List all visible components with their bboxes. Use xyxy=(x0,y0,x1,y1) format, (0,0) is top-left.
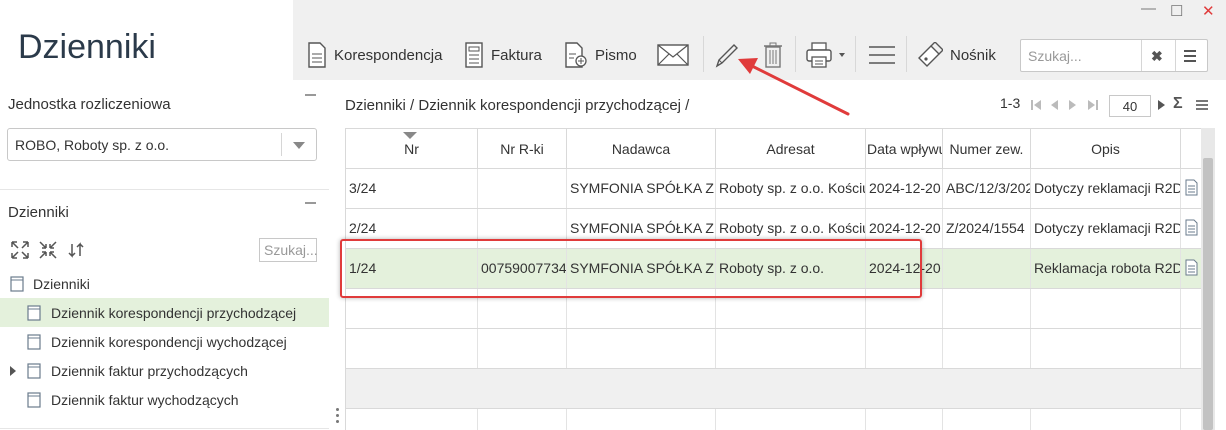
tree-item-incoming-correspondence[interactable]: Dziennik korespondencji przychodzącej xyxy=(0,298,329,327)
document-icon xyxy=(308,42,326,68)
table-row[interactable]: 3/24 SYMFONIA SPÓŁKA Z OGRANICZONĄ Robot… xyxy=(346,169,1202,209)
envelope-icon xyxy=(657,44,689,66)
unit-select[interactable]: ROBO, Roboty sp. z o.o. xyxy=(7,128,317,161)
journal-icon xyxy=(27,392,41,408)
empty-row xyxy=(346,369,1202,409)
email-button[interactable] xyxy=(657,40,689,70)
invoice-icon xyxy=(465,42,483,68)
tree-item-outgoing-invoices[interactable]: Dziennik faktur wychodzących xyxy=(0,385,329,414)
grid-header: Nr Nr R-ki Nadawca Adresat Data wpływu N… xyxy=(346,129,1202,169)
tree-tools xyxy=(10,240,86,260)
next-page-icon[interactable] xyxy=(1068,98,1078,112)
column-header-nr-rki[interactable]: Nr R-ki xyxy=(478,129,567,169)
more-menu-button[interactable] xyxy=(868,40,896,70)
left-panel: Dzienniki Jednostka rozliczeniowa ROBO, … xyxy=(0,0,329,430)
unit-label: Jednostka rozliczeniowa xyxy=(8,96,171,113)
column-header-nr[interactable]: Nr xyxy=(346,129,478,169)
tree-item-incoming-invoices[interactable]: Dziennik faktur przychodzących xyxy=(0,356,329,385)
attachment-document-icon[interactable] xyxy=(1185,179,1198,196)
vertical-scrollbar[interactable] xyxy=(1201,128,1215,430)
tree-item-outgoing-correspondence[interactable]: Dziennik korespondencji wychodzącej xyxy=(0,327,329,356)
prev-page-icon[interactable] xyxy=(1049,98,1059,112)
expand-arrow-icon[interactable] xyxy=(10,366,16,376)
journal-icon xyxy=(27,305,41,321)
table-row-selected[interactable]: 1/24 00759007734 SYMFONIA SPÓŁKA Z OGRAN… xyxy=(346,249,1202,289)
tree-search-input[interactable]: Szukaj... xyxy=(259,238,318,262)
tree-item-root[interactable]: Dzienniki xyxy=(0,269,329,298)
collapse-unit-button[interactable] xyxy=(305,94,316,96)
first-page-icon[interactable] xyxy=(1030,98,1042,112)
journals-label: Dzienniki xyxy=(8,204,69,221)
letter-add-icon xyxy=(565,42,587,68)
refresh-icon[interactable] xyxy=(66,240,86,260)
usb-drive-icon xyxy=(918,42,943,67)
attachment-document-icon[interactable] xyxy=(1185,219,1198,236)
column-header-nadawca[interactable]: Nadawca xyxy=(567,129,716,169)
journal-icon xyxy=(10,276,24,292)
red-arrow-annotation xyxy=(738,58,850,116)
scrollbar-thumb[interactable] xyxy=(1203,158,1213,430)
clear-search-icon[interactable]: ✖ xyxy=(1151,48,1163,65)
journal-icon xyxy=(27,363,41,379)
journal-grid: Nr Nr R-ki Nadawca Adresat Data wpływu N… xyxy=(345,128,1202,430)
panel-splitter[interactable] xyxy=(336,408,339,426)
hamburger-icon xyxy=(869,46,895,64)
collapse-all-icon[interactable] xyxy=(38,240,58,260)
pager-range: 1-3 xyxy=(1000,95,1021,111)
chevron-down-icon[interactable] xyxy=(293,142,305,149)
sort-desc-icon xyxy=(403,132,417,139)
column-header-opis[interactable]: Opis xyxy=(1031,129,1181,169)
empty-row xyxy=(346,409,1202,430)
collapse-journals-button[interactable] xyxy=(305,202,316,204)
close-button[interactable]: ✕ xyxy=(1202,2,1215,20)
attachment-document-icon[interactable] xyxy=(1185,259,1198,276)
search-options-icon[interactable] xyxy=(1184,50,1196,65)
last-page-icon[interactable] xyxy=(1087,98,1099,112)
korespondencja-button[interactable]: Korespondencja xyxy=(307,40,442,70)
empty-row xyxy=(346,329,1202,369)
empty-row xyxy=(346,289,1202,329)
faktura-button[interactable]: Faktura xyxy=(464,40,542,70)
nosnik-button[interactable]: Nośnik xyxy=(917,40,996,70)
search-input[interactable]: Szukaj... ✖ xyxy=(1020,39,1208,72)
sum-icon[interactable]: Σ xyxy=(1173,95,1183,113)
expand-all-icon[interactable] xyxy=(10,240,30,260)
grid-menu-icon[interactable] xyxy=(1196,99,1208,111)
minimize-button[interactable]: — xyxy=(1141,0,1156,17)
maximize-button[interactable]: ☐ xyxy=(1170,2,1183,20)
table-row[interactable]: 2/24 SYMFONIA SPÓŁKA Z OGRANICZONĄ Robot… xyxy=(346,209,1202,249)
column-header-numer-zew[interactable]: Numer zew. xyxy=(943,129,1031,169)
breadcrumb: Dzienniki / Dziennik korespondencji przy… xyxy=(345,97,690,114)
pismo-button[interactable]: Pismo xyxy=(564,40,637,70)
column-header-data-wplywu[interactable]: Data wpływu xyxy=(866,129,943,169)
column-header-adresat[interactable]: Adresat xyxy=(716,129,866,169)
journal-icon xyxy=(27,334,41,350)
unit-select-value: ROBO, Roboty sp. z o.o. xyxy=(15,137,170,153)
apply-page-size-icon[interactable] xyxy=(1157,98,1167,112)
page-size-input[interactable]: 40 xyxy=(1109,95,1151,117)
page-title: Dzienniki xyxy=(18,28,156,66)
